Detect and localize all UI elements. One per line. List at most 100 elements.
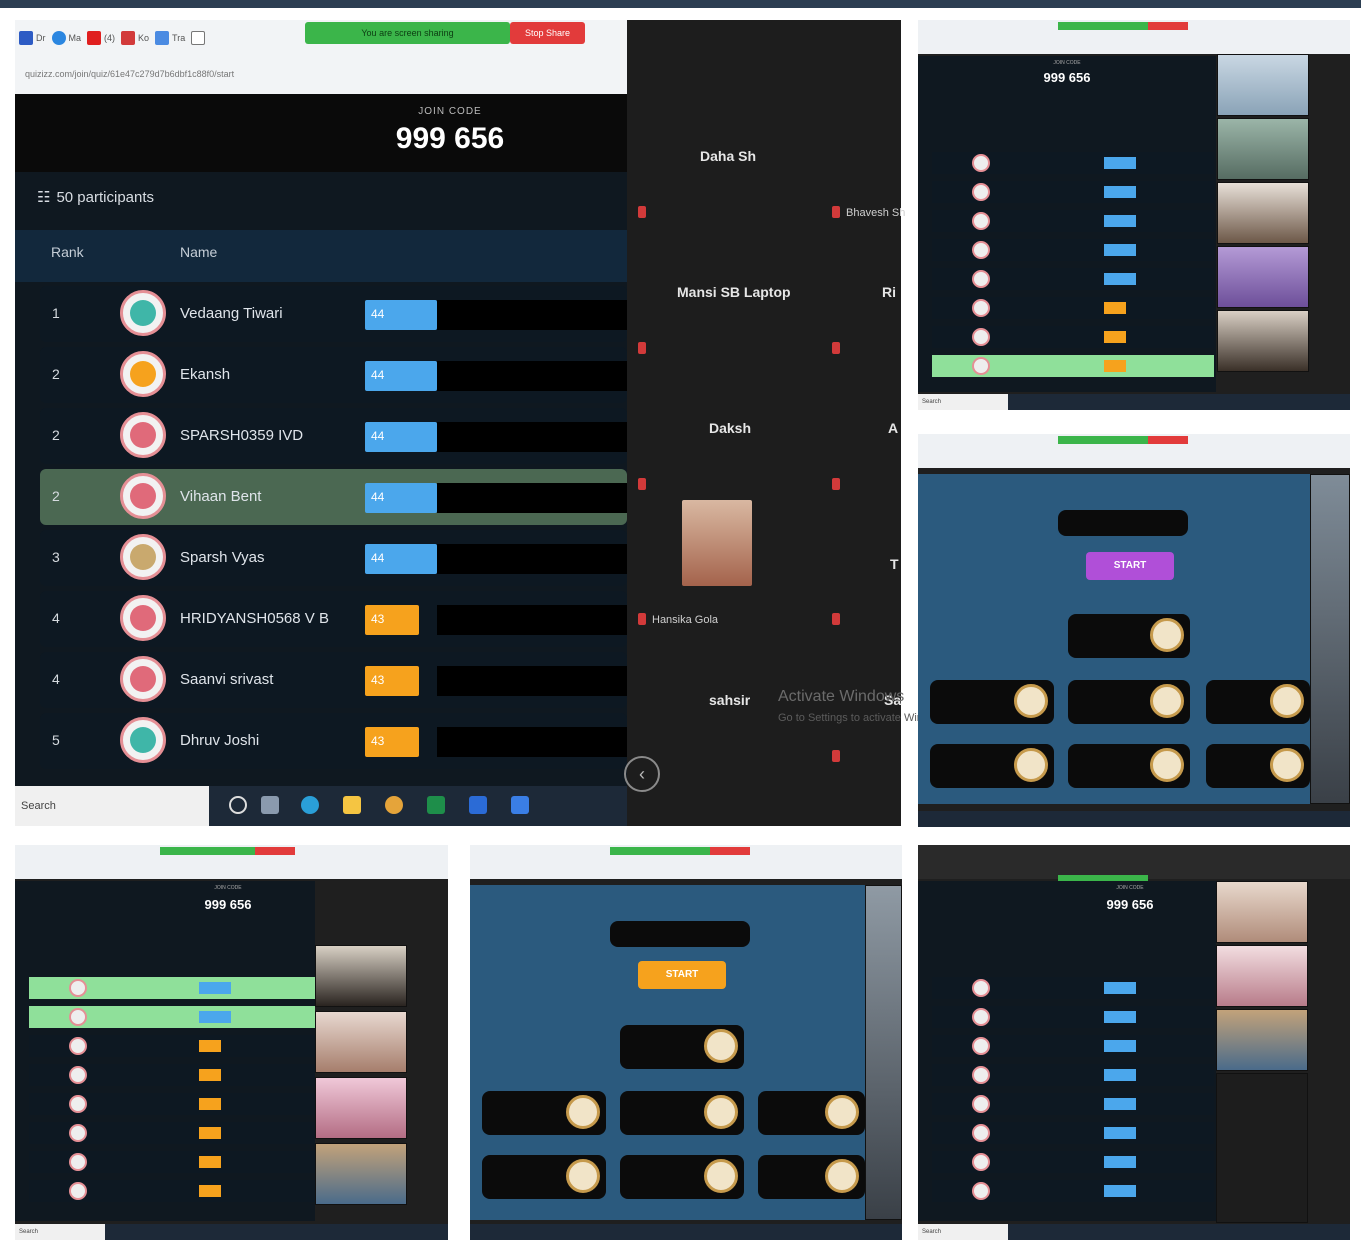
score-track [437, 666, 627, 696]
translate-icon [155, 31, 170, 45]
zoom-icon[interactable] [511, 796, 529, 814]
player-avatar [972, 1066, 990, 1084]
row-rank: 2 [52, 488, 60, 504]
start-button[interactable]: START [638, 961, 726, 989]
lobby-player-card [482, 1091, 606, 1135]
folder-icon[interactable] [343, 796, 361, 814]
lobby-player-card [1068, 744, 1190, 788]
screen-share-banner: You are screen sharing [305, 22, 510, 44]
player-avatar [120, 351, 166, 397]
participant-name: T [890, 556, 899, 572]
tab-app[interactable]: Ko [121, 28, 149, 48]
score-track [437, 483, 627, 513]
mini-score-bar [199, 1098, 221, 1110]
word-icon[interactable] [469, 796, 487, 814]
address-bar[interactable]: quizizz.com/join/quiz/61e47c279d7b6dbf1c… [19, 64, 579, 84]
score-track [437, 727, 627, 757]
participant-small-name: Hansika Gola [652, 614, 719, 626]
stop-share-button[interactable]: Stop Share [510, 22, 585, 44]
player-avatar [972, 1095, 990, 1113]
mini-leaderboard-row [29, 1064, 315, 1086]
mini-join-code: 999 656 [1043, 70, 1091, 85]
tab-mail[interactable]: Ma [51, 28, 81, 48]
mini-join-code: 999 656 [204, 897, 252, 912]
player-avatar [120, 290, 166, 336]
chrome-icon[interactable] [385, 796, 403, 814]
mini-share-banner [1058, 436, 1148, 444]
mini-score-bar [199, 1011, 231, 1023]
player-avatar [1014, 684, 1048, 718]
muted-mic-icon [638, 613, 646, 625]
lobby-player-card [1206, 680, 1310, 724]
mini-leaderboard-row [29, 1180, 315, 1202]
player-avatar [120, 656, 166, 702]
mini-leaderboard-row [932, 1093, 1214, 1115]
mini-score-bar [1104, 1156, 1136, 1168]
mini-leaderboard-row [932, 1122, 1214, 1144]
lobby-player-card [758, 1155, 865, 1199]
main-screenshot: Dr Ma (4) Ko Tra You are screen sharing … [15, 20, 901, 826]
tab-facebook[interactable]: Dr [19, 28, 46, 48]
score-track [437, 361, 627, 391]
participant-video [315, 945, 407, 1007]
tab-youtube[interactable]: (4) [87, 28, 115, 48]
avatar-monster-icon [130, 666, 156, 692]
player-avatar [120, 473, 166, 519]
row-player-name: Vedaang Tiwari [180, 305, 283, 322]
edge-icon[interactable] [301, 796, 319, 814]
participant-name: sahsir [709, 692, 751, 708]
row-rank: 2 [52, 366, 60, 382]
row-rank: 4 [52, 610, 60, 626]
participant-name: Mansi SB Laptop [677, 284, 791, 300]
doc-icon [191, 31, 206, 45]
windows-taskbar: Search [15, 786, 627, 826]
row-rank: 1 [52, 305, 60, 321]
player-avatar [69, 979, 87, 997]
player-avatar [704, 1029, 738, 1063]
mini-leaderboard-row [932, 181, 1214, 203]
player-avatar [1150, 748, 1184, 782]
start-icon[interactable] [229, 796, 247, 814]
mini-zoom-toolbar [918, 845, 1350, 879]
browser-toolbar: Dr Ma (4) Ko Tra You are screen sharing … [15, 20, 627, 94]
mini-leaderboard-row [29, 1151, 315, 1173]
avatar-monster-icon [130, 605, 156, 631]
mini-leaderboard-row [932, 1180, 1214, 1202]
task-view-icon[interactable] [261, 796, 279, 814]
mini-share-banner [610, 847, 710, 855]
mini-leaderboard-row [932, 268, 1214, 290]
mini-score-bar [1104, 244, 1136, 256]
player-avatar [972, 154, 990, 172]
player-avatar [972, 241, 990, 259]
participant-video [1216, 945, 1308, 1007]
player-avatar [972, 212, 990, 230]
tab-doc[interactable] [191, 28, 206, 48]
lobby-toolbar [610, 921, 750, 947]
taskbar-search[interactable]: Search [15, 786, 209, 826]
facebook-icon [19, 31, 33, 45]
player-avatar [972, 270, 990, 288]
gallery-prev-button[interactable]: ‹ [624, 756, 660, 792]
gallery-tile [1216, 1073, 1308, 1223]
participant-video [1217, 118, 1309, 180]
start-button[interactable]: START [1086, 552, 1174, 580]
participant-video [865, 885, 902, 1220]
mini-score-bar [1104, 1098, 1136, 1110]
red-app-icon [121, 31, 136, 45]
tab-translate[interactable]: Tra [155, 28, 185, 48]
leaderboard-row: 1 Vedaang Tiwari 44 [40, 286, 627, 342]
muted-mic-icon [638, 342, 646, 354]
player-avatar [566, 1159, 600, 1193]
mini-taskbar-search: Search [918, 394, 1008, 410]
tab-label: Dr [36, 33, 46, 43]
muted-mic-icon [832, 750, 840, 762]
excel-icon[interactable] [427, 796, 445, 814]
participant-small-name: Bhavesh Sh [846, 207, 906, 219]
leaderboard-row: 4 HRIDYANSH0568 V B 43 [40, 591, 627, 647]
column-name: Name [180, 244, 218, 260]
lobby-player-card [758, 1091, 865, 1135]
player-avatar [120, 717, 166, 763]
mini-taskbar [918, 811, 1350, 827]
player-avatar [69, 1124, 87, 1142]
mini-leaderboard-row [932, 1151, 1214, 1173]
